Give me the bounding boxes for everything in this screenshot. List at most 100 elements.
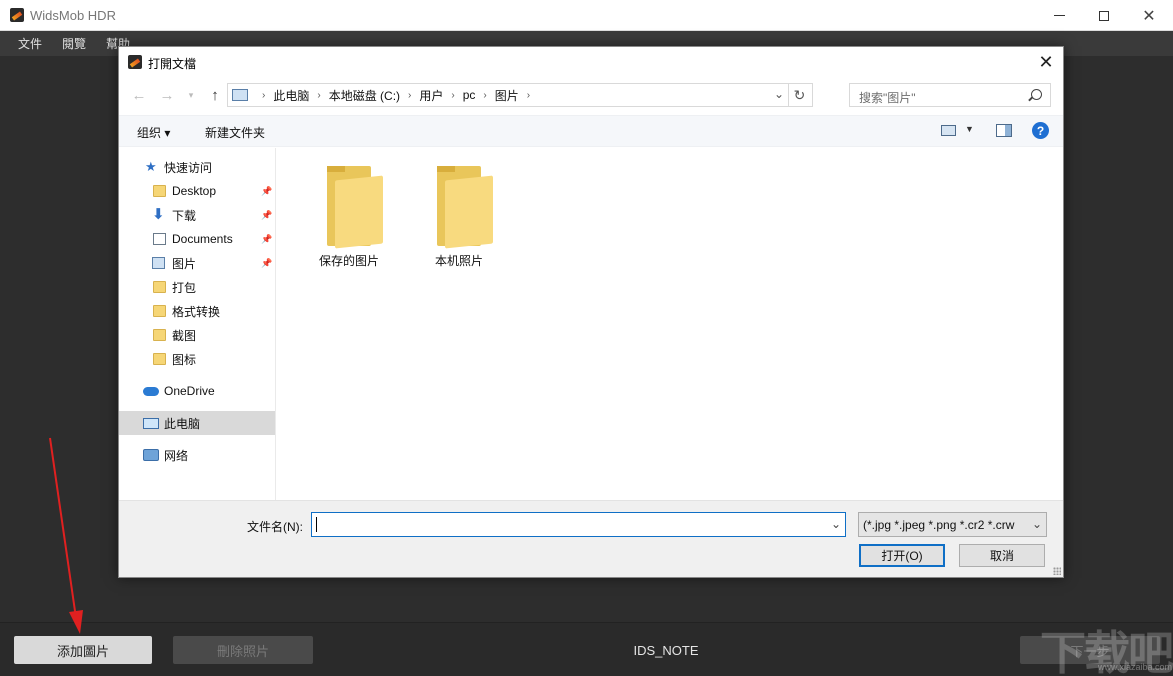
sidebar-item-label: 网络 xyxy=(164,447,188,464)
folder-icon xyxy=(327,166,383,246)
window-close-button[interactable]: ✕ xyxy=(1126,0,1172,31)
dialog-footer: 文件名(N): ⌄ (*.jpg *.jpeg *.png *.cr2 *.cr… xyxy=(119,500,1063,577)
pin-icon[interactable]: 📌 xyxy=(261,234,272,245)
folder-icon xyxy=(153,353,166,365)
open-file-dialog: 打開文檔 ✕ ← → ▾ ↑ › 此电脑 › 本地磁盘 (C:) › 用户 › … xyxy=(118,46,1064,578)
text-caret xyxy=(316,517,317,532)
sidebar-item-documents[interactable]: Documents 📌 xyxy=(119,227,275,251)
pin-icon[interactable]: 📌 xyxy=(261,258,272,269)
breadcrumb-pc[interactable]: pc xyxy=(463,88,476,102)
close-icon: ✕ xyxy=(1142,6,1155,26)
sidebar-item-network[interactable]: 网络 xyxy=(119,443,275,467)
dialog-title: 打開文檔 xyxy=(148,55,196,72)
folder-label: 本机照片 xyxy=(409,252,509,269)
breadcrumb-separator-icon[interactable]: › xyxy=(262,90,265,101)
sidebar-item-label: 截图 xyxy=(172,327,196,344)
close-icon: ✕ xyxy=(1038,52,1053,73)
breadcrumb-separator-icon[interactable]: › xyxy=(451,90,454,101)
menu-view[interactable]: 閱覽 xyxy=(62,35,86,52)
menu-file[interactable]: 文件 xyxy=(18,35,42,52)
search-input[interactable]: 搜索"图片" xyxy=(849,83,1051,107)
star-icon: ★ xyxy=(145,161,159,173)
filetype-select[interactable]: (*.jpg *.jpeg *.png *.cr2 *.crw ⌄ xyxy=(858,512,1047,537)
file-list: 保存的图片 本机照片 xyxy=(277,148,1063,500)
forward-arrow-icon[interactable]: → xyxy=(157,85,177,105)
dialog-titlebar: 打開文檔 ✕ xyxy=(119,47,1063,77)
folder-icon xyxy=(437,166,493,246)
sidebar-item-screenshots[interactable]: 截图 xyxy=(119,323,275,347)
sidebar-item-format-convert[interactable]: 格式转换 xyxy=(119,299,275,323)
refresh-icon[interactable]: ↻ xyxy=(788,84,810,106)
search-placeholder: 搜索"图片" xyxy=(859,89,916,106)
document-icon xyxy=(153,233,166,245)
address-bar[interactable]: › 此电脑 › 本地磁盘 (C:) › 用户 › pc › 图片 › ⌄ ↻ xyxy=(227,83,813,107)
chevron-down-icon: ⌄ xyxy=(1032,517,1042,531)
folder-item[interactable]: 保存的图片 xyxy=(299,160,399,270)
sidebar-item-label: Documents xyxy=(172,232,233,246)
sidebar-item-downloads[interactable]: ⬇ 下载 📌 xyxy=(119,203,275,227)
help-icon[interactable]: ? xyxy=(1032,122,1049,139)
watermark-url: www.xiazaiba.com xyxy=(1098,662,1172,672)
sidebar-item-label: 打包 xyxy=(172,279,196,296)
breadcrumb-separator-icon[interactable]: › xyxy=(317,90,320,101)
sidebar-item-desktop[interactable]: Desktop 📌 xyxy=(119,179,275,203)
breadcrumb-separator-icon[interactable]: › xyxy=(408,90,411,101)
sidebar-item-pictures[interactable]: 图片 📌 xyxy=(119,251,275,275)
folder-icon xyxy=(153,305,166,317)
pin-icon[interactable]: 📌 xyxy=(261,186,272,197)
sidebar-item-label: Desktop xyxy=(172,184,216,198)
breadcrumb-separator-icon[interactable]: › xyxy=(483,90,486,101)
sidebar-item-quick-access[interactable]: ★ 快速访问 xyxy=(119,155,275,179)
cancel-button[interactable]: 取消 xyxy=(959,544,1045,567)
minimize-icon xyxy=(1054,15,1065,16)
add-image-button[interactable]: 添加圖片 xyxy=(14,636,152,664)
breadcrumb-separator-icon[interactable]: › xyxy=(527,90,530,101)
sidebar-item-label: 下载 xyxy=(172,207,196,224)
address-dropdown-chevron-icon[interactable]: ⌄ xyxy=(774,87,784,101)
breadcrumb-users[interactable]: 用户 xyxy=(419,87,443,104)
new-folder-button[interactable]: 新建文件夹 xyxy=(205,124,265,141)
up-arrow-icon[interactable]: ↑ xyxy=(205,85,225,105)
network-icon xyxy=(143,449,159,461)
app-titlebar: WidsMob HDR ✕ xyxy=(0,0,1173,31)
recent-locations-chevron-icon[interactable]: ▾ xyxy=(181,85,201,105)
sidebar-item-this-pc[interactable]: 此电脑 xyxy=(119,411,275,435)
change-view-icon[interactable] xyxy=(941,125,956,136)
sidebar-item-icons[interactable]: 图标 xyxy=(119,347,275,371)
folder-icon xyxy=(153,281,166,293)
filename-input[interactable] xyxy=(311,512,846,537)
open-button[interactable]: 打开(O) xyxy=(859,544,945,567)
view-options-chevron-icon[interactable]: ▼ xyxy=(965,124,974,134)
folder-label: 保存的图片 xyxy=(299,252,399,269)
breadcrumb-this-pc[interactable]: 此电脑 xyxy=(273,87,309,104)
filename-history-chevron-icon[interactable]: ⌄ xyxy=(831,517,841,531)
folder-item[interactable]: 本机照片 xyxy=(409,160,509,270)
sidebar-item-dabao[interactable]: 打包 xyxy=(119,275,275,299)
sidebar-item-label: 格式转换 xyxy=(172,303,220,320)
filename-label: 文件名(N): xyxy=(247,518,303,535)
maximize-icon xyxy=(1099,11,1109,21)
delete-photo-button[interactable]: 刪除照片 xyxy=(173,636,313,664)
organize-button[interactable]: 组织 ▾ xyxy=(137,124,170,141)
resize-grip-icon[interactable] xyxy=(1053,567,1061,575)
status-text: IDS_NOTE xyxy=(560,643,772,658)
dialog-close-button[interactable]: ✕ xyxy=(1031,50,1061,74)
pictures-location-icon xyxy=(232,89,248,101)
pin-icon[interactable]: 📌 xyxy=(261,210,272,221)
sidebar-item-label: 此电脑 xyxy=(164,415,200,432)
pictures-icon xyxy=(152,257,165,269)
dialog-toolbar: 组织 ▾ 新建文件夹 ▼ ? xyxy=(119,115,1063,147)
navigation-row: ← → ▾ ↑ › 此电脑 › 本地磁盘 (C:) › 用户 › pc › 图片… xyxy=(119,81,1063,109)
breadcrumb-local-disk[interactable]: 本地磁盘 (C:) xyxy=(329,87,400,104)
folder-icon xyxy=(153,185,166,197)
preview-pane-icon[interactable] xyxy=(996,124,1012,137)
dialog-app-icon xyxy=(128,55,142,69)
back-arrow-icon[interactable]: ← xyxy=(129,85,149,105)
sidebar-item-label: 图片 xyxy=(172,255,196,272)
maximize-button[interactable] xyxy=(1081,0,1127,31)
sidebar-item-onedrive[interactable]: OneDrive xyxy=(119,379,275,403)
minimize-button[interactable] xyxy=(1036,0,1082,31)
app-logo-icon xyxy=(10,8,24,22)
search-icon[interactable] xyxy=(1031,89,1042,100)
breadcrumb-pictures[interactable]: 图片 xyxy=(495,87,519,104)
